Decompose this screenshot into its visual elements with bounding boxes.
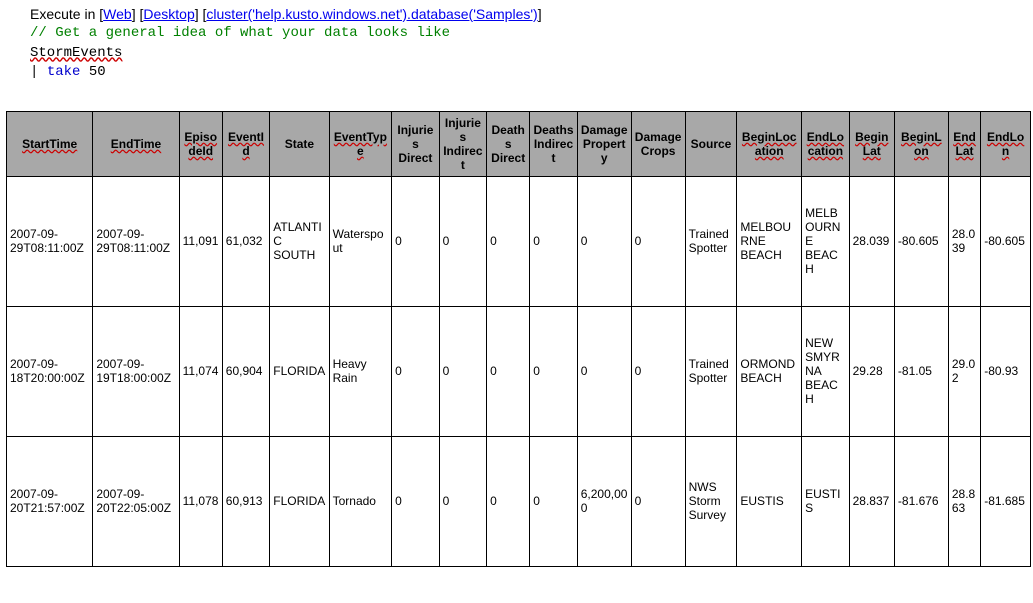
cell-injuriesindirect: 0 xyxy=(439,436,486,566)
col-damage-property[interactable]: Damage Property xyxy=(577,111,631,176)
cell-endlon: -81.685 xyxy=(981,436,1031,566)
cell-beginlat: 28.039 xyxy=(849,176,894,306)
cell-episodeid: 11,091 xyxy=(179,176,222,306)
cell-damagecrops: 0 xyxy=(631,176,685,306)
table-row[interactable]: 2007-09-18T20:00:00Z2007-09-19T18:00:00Z… xyxy=(7,306,1031,436)
cell-endtime: 2007-09-20T22:05:00Z xyxy=(93,436,179,566)
query-editor[interactable]: // Get a general idea of what your data … xyxy=(30,24,1023,83)
cell-damagecrops: 0 xyxy=(631,306,685,436)
cell-eventtype: Waterspout xyxy=(329,176,392,306)
execute-web-link[interactable]: Web xyxy=(103,6,132,22)
cell-beginlat: 28.837 xyxy=(849,436,894,566)
col-endlat[interactable]: EndLat xyxy=(948,111,980,176)
cell-deathsdirect: 0 xyxy=(487,436,530,566)
cell-starttime: 2007-09-18T20:00:00Z xyxy=(7,306,93,436)
col-eventid[interactable]: EventId xyxy=(222,111,269,176)
execute-label: Execute in xyxy=(30,6,95,22)
cell-endlocation: NEW SMYRNA BEACH xyxy=(802,306,849,436)
col-endtime[interactable]: EndTime xyxy=(93,111,179,176)
results-table: StartTime EndTime EpisodeId EventId Stat… xyxy=(6,111,1031,567)
cell-damagecrops: 0 xyxy=(631,436,685,566)
col-damage-crops[interactable]: Damage Crops xyxy=(631,111,685,176)
col-injuries-indirect[interactable]: Injuries Indirect xyxy=(439,111,486,176)
cell-beginlocation: EUSTIS xyxy=(737,436,802,566)
col-state[interactable]: State xyxy=(270,111,329,176)
cell-state: FLORIDA xyxy=(270,436,329,566)
cell-beginlat: 29.28 xyxy=(849,306,894,436)
cell-beginlon: -81.05 xyxy=(894,306,948,436)
col-endlon[interactable]: EndLon xyxy=(981,111,1031,176)
cell-deathsindirect: 0 xyxy=(530,176,577,306)
table-header-row: StartTime EndTime EpisodeId EventId Stat… xyxy=(7,111,1031,176)
cell-injuriesindirect: 0 xyxy=(439,306,486,436)
code-arg: 50 xyxy=(80,64,105,80)
cell-damageproperty: 6,200,000 xyxy=(577,436,631,566)
table-row[interactable]: 2007-09-29T08:11:00Z2007-09-29T08:11:00Z… xyxy=(7,176,1031,306)
cell-endlat: 28.863 xyxy=(948,436,980,566)
cell-deathsindirect: 0 xyxy=(530,436,577,566)
cell-starttime: 2007-09-29T08:11:00Z xyxy=(7,176,93,306)
cell-damageproperty: 0 xyxy=(577,306,631,436)
col-beginlon[interactable]: BeginLon xyxy=(894,111,948,176)
cell-damageproperty: 0 xyxy=(577,176,631,306)
cell-state: ATLANTIC SOUTH xyxy=(270,176,329,306)
cell-source: Trained Spotter xyxy=(685,306,737,436)
cell-episodeid: 11,074 xyxy=(179,306,222,436)
cell-deathsdirect: 0 xyxy=(487,176,530,306)
col-endlocation[interactable]: EndLocation xyxy=(802,111,849,176)
cell-beginlocation: ORMOND BEACH xyxy=(737,306,802,436)
cell-beginlocation: MELBOURNE BEACH xyxy=(737,176,802,306)
table-body: 2007-09-29T08:11:00Z2007-09-29T08:11:00Z… xyxy=(7,176,1031,566)
cell-endlat: 28.039 xyxy=(948,176,980,306)
col-episodeid[interactable]: EpisodeId xyxy=(179,111,222,176)
cell-beginlon: -80.605 xyxy=(894,176,948,306)
execute-desktop-link[interactable]: Desktop xyxy=(143,6,194,22)
cell-eventid: 60,904 xyxy=(222,306,269,436)
cell-eventid: 60,913 xyxy=(222,436,269,566)
col-starttime[interactable]: StartTime xyxy=(7,111,93,176)
col-deaths-direct[interactable]: Deaths Direct xyxy=(487,111,530,176)
col-source[interactable]: Source xyxy=(685,111,737,176)
cell-state: FLORIDA xyxy=(270,306,329,436)
table-row[interactable]: 2007-09-20T21:57:00Z2007-09-20T22:05:00Z… xyxy=(7,436,1031,566)
code-comment: // Get a general idea of what your data … xyxy=(30,25,450,41)
cell-endlocation: EUSTIS xyxy=(802,436,849,566)
cell-episodeid: 11,078 xyxy=(179,436,222,566)
cell-injuriesdirect: 0 xyxy=(392,176,439,306)
execute-bar: Execute in [Web] [Desktop] [cluster('hel… xyxy=(30,6,1023,22)
cell-endlocation: MELBOURNE BEACH xyxy=(802,176,849,306)
cell-eventtype: Heavy Rain xyxy=(329,306,392,436)
col-beginlocation[interactable]: BeginLocation xyxy=(737,111,802,176)
code-keyword-take: take xyxy=(47,64,81,80)
code-table: StormEvents xyxy=(30,45,122,61)
col-eventtype[interactable]: EventType xyxy=(329,111,392,176)
cell-endlon: -80.605 xyxy=(981,176,1031,306)
cell-endtime: 2007-09-29T08:11:00Z xyxy=(93,176,179,306)
col-beginlat[interactable]: BeginLat xyxy=(849,111,894,176)
cell-deathsdirect: 0 xyxy=(487,306,530,436)
cell-injuriesdirect: 0 xyxy=(392,306,439,436)
cell-endlon: -80.93 xyxy=(981,306,1031,436)
cell-deathsindirect: 0 xyxy=(530,306,577,436)
cell-eventtype: Tornado xyxy=(329,436,392,566)
cell-starttime: 2007-09-20T21:57:00Z xyxy=(7,436,93,566)
code-pipe: | xyxy=(30,64,47,80)
col-injuries-direct[interactable]: Injuries Direct xyxy=(392,111,439,176)
cell-beginlon: -81.676 xyxy=(894,436,948,566)
cell-endlat: 29.02 xyxy=(948,306,980,436)
col-deaths-indirect[interactable]: Deaths Indirect xyxy=(530,111,577,176)
cell-source: NWS Storm Survey xyxy=(685,436,737,566)
cell-eventid: 61,032 xyxy=(222,176,269,306)
cell-endtime: 2007-09-19T18:00:00Z xyxy=(93,306,179,436)
cell-source: Trained Spotter xyxy=(685,176,737,306)
execute-cluster-link[interactable]: cluster('help.kusto.windows.net').databa… xyxy=(206,6,537,22)
cell-injuriesdirect: 0 xyxy=(392,436,439,566)
cell-injuriesindirect: 0 xyxy=(439,176,486,306)
